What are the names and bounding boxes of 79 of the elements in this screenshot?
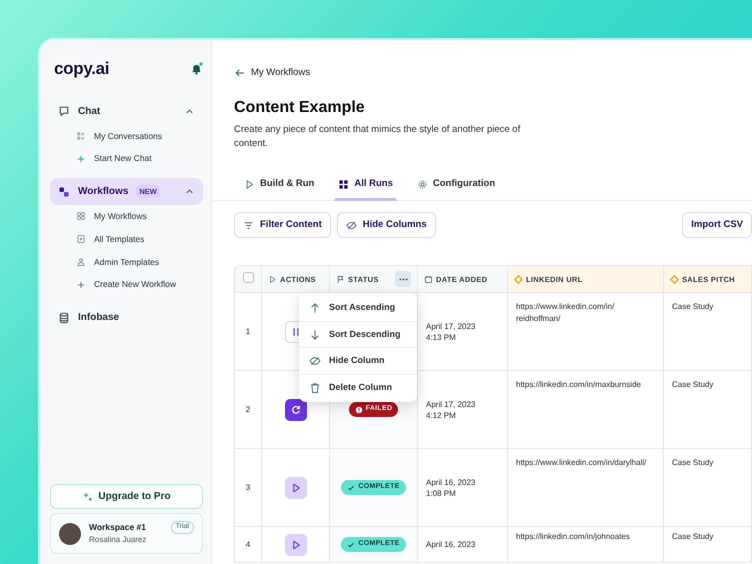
shapes-icon xyxy=(58,186,70,198)
nav-subitem[interactable]: My Workflows xyxy=(50,205,203,228)
filter-icon xyxy=(243,220,254,231)
url-text: https://linkedin.com/in/maxburnside xyxy=(516,379,642,391)
url-text: https://linkedin.com/in/johnoates xyxy=(516,531,631,543)
menu-item[interactable]: Sort Descending xyxy=(299,322,417,348)
row-number: 4 xyxy=(246,540,250,549)
grid-icon xyxy=(338,178,350,190)
tab[interactable]: Configuration xyxy=(412,176,500,200)
nav-subitem[interactable]: Start New Chat xyxy=(50,147,203,170)
nav-item[interactable]: Chat xyxy=(50,98,203,124)
date-text: April 17, 2023 xyxy=(426,320,476,332)
toolbar-button[interactable]: Filter Content xyxy=(234,212,331,238)
check-icon xyxy=(347,540,356,549)
logo: copy.ai xyxy=(54,58,110,80)
page-title: Content Example xyxy=(234,98,366,118)
menu-item[interactable]: Sort Ascending xyxy=(299,295,417,322)
nav-subitem[interactable]: Create New Workflow xyxy=(50,273,203,296)
user-name: Rosalina Juarez xyxy=(89,534,146,546)
hidden-eye-icon xyxy=(309,355,321,368)
chat-icon xyxy=(58,105,70,117)
hidden-eye-icon xyxy=(346,220,357,231)
cell-text: Case Study xyxy=(672,380,714,390)
menu-item[interactable]: Delete Column xyxy=(299,374,417,400)
play-icon xyxy=(244,178,255,190)
row-number: 2 xyxy=(246,404,250,414)
back-link[interactable]: My Workflows xyxy=(234,66,310,80)
sparkle-icon xyxy=(82,491,94,502)
row-number: 3 xyxy=(246,482,250,492)
template-icon xyxy=(76,234,86,244)
nav-subitem[interactable]: My Conversations xyxy=(50,124,203,148)
toolbar-button[interactable]: Hide Columns xyxy=(336,212,436,238)
cell-text: Case Study xyxy=(672,532,714,542)
retry-icon xyxy=(290,404,302,416)
select-all-checkbox[interactable] xyxy=(242,272,254,284)
time-text: 4:13 PM xyxy=(426,332,457,344)
date-text: April 16, 2023 xyxy=(426,476,476,488)
avatar xyxy=(59,522,81,545)
play-icon xyxy=(268,274,277,284)
plus-icon xyxy=(76,154,86,164)
run-button[interactable] xyxy=(284,476,306,499)
person-icon xyxy=(76,256,86,267)
grid-icon xyxy=(76,211,86,222)
cell-text: Case Study xyxy=(672,458,714,468)
check-icon xyxy=(347,484,356,492)
calendar-icon xyxy=(424,274,433,284)
cell-text: Case Study xyxy=(672,302,714,312)
retry-button[interactable] xyxy=(284,398,306,421)
arrow-up-icon xyxy=(309,302,321,314)
bell-icon xyxy=(190,62,203,76)
tab[interactable]: All Runs xyxy=(334,176,397,200)
more-options-button[interactable] xyxy=(395,271,411,288)
nav-subitem[interactable]: All Templates xyxy=(50,228,203,250)
url-text: https://www.linkedin.com/in/darylhall/ xyxy=(516,457,648,469)
flag-icon xyxy=(336,274,345,284)
time-text: 1:08 PM xyxy=(426,488,457,500)
workspace-name: Workspace #1 xyxy=(89,521,146,534)
date-text: April 16, 2023 xyxy=(426,539,476,551)
page-description: Create any piece of content that mimics the style of another piece of content. xyxy=(234,123,522,151)
diamond-icon xyxy=(670,274,679,284)
alert-icon xyxy=(354,406,363,414)
tab[interactable]: Build & Run xyxy=(240,176,318,200)
list-icon xyxy=(76,130,86,141)
trash-icon xyxy=(309,382,321,394)
plus-icon xyxy=(76,280,86,290)
url-text: https://www.linkedin.com/in/reidhoffman/ xyxy=(516,301,616,324)
menu-item[interactable]: Hide Column xyxy=(299,348,417,375)
settings-icon xyxy=(416,178,428,190)
run-button[interactable] xyxy=(284,534,306,556)
arrow-down-icon xyxy=(309,328,321,341)
nav-subitem[interactable]: Admin Templates xyxy=(50,250,203,274)
import-csv-button[interactable]: Import CSV xyxy=(682,212,752,238)
diamond-icon xyxy=(514,274,523,284)
nav-item[interactable]: Infobase xyxy=(50,304,203,331)
row-number: 1 xyxy=(246,326,250,336)
database-icon xyxy=(58,312,70,324)
date-text: April 17, 2023 xyxy=(426,398,476,410)
time-text: 4:12 PM xyxy=(426,410,457,422)
upgrade-button[interactable]: Upgrade to Pro xyxy=(50,484,203,510)
